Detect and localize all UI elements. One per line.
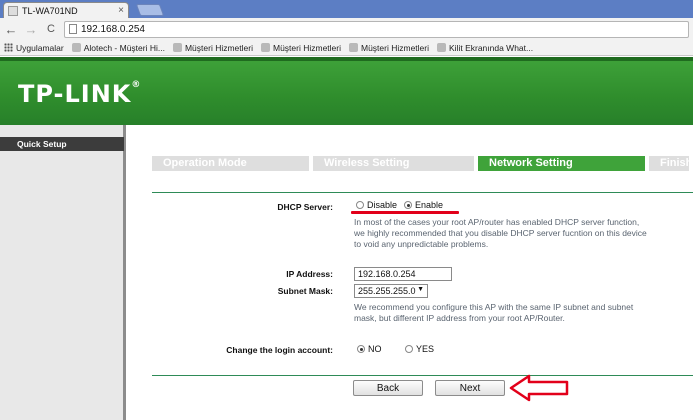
left-menu: Quick Setup bbox=[0, 125, 126, 420]
apps-icon bbox=[4, 43, 13, 52]
login-account-label: Change the login account: bbox=[226, 345, 333, 355]
cloud-icon bbox=[260, 43, 270, 52]
bookmark-item[interactable]: Müşteri Hizmetleri bbox=[349, 43, 429, 53]
step-finish: Finish bbox=[649, 156, 689, 171]
subnet-note-line: We recommend you configure this AP with … bbox=[354, 302, 634, 312]
bookmark-item[interactable]: Alotech - Müşteri Hi... bbox=[71, 42, 165, 53]
browser-tabstrip: TL-WA701ND × bbox=[0, 0, 693, 18]
menu-item-quick-setup[interactable]: Quick Setup bbox=[0, 137, 124, 151]
dhcp-disable-radio[interactable] bbox=[356, 201, 364, 209]
step-network-setting: Network Setting bbox=[478, 156, 645, 171]
step-wireless-setting: Wireless Setting bbox=[313, 156, 474, 171]
page-icon bbox=[69, 24, 77, 34]
bookmark-label: Müşteri Hizmetleri bbox=[272, 42, 341, 53]
address-url[interactable]: 192.168.0.254 bbox=[81, 24, 145, 35]
reload-icon[interactable]: C bbox=[44, 23, 58, 35]
subnet-mask-label: Subnet Mask: bbox=[277, 286, 333, 296]
back-button[interactable]: Back bbox=[353, 380, 423, 396]
dhcp-enable-radio[interactable] bbox=[404, 201, 412, 209]
dhcp-enable-label: Enable bbox=[415, 200, 444, 210]
dhcp-note-line: we highly recommended that you disable D… bbox=[354, 228, 647, 238]
red-arrow-annotation bbox=[509, 374, 569, 402]
cloud-icon bbox=[172, 43, 182, 52]
dhcp-note-line: to void any unpredictable problems. bbox=[354, 239, 489, 249]
wizard-steps: Operation Mode Wireless Setting Network … bbox=[152, 156, 693, 171]
divider bbox=[152, 192, 693, 193]
bookmark-label: Alotech - Müşteri Hi... bbox=[83, 42, 165, 53]
ip-address-label: IP Address: bbox=[286, 269, 333, 279]
bookmarks-bar: Uygulamalar Alotech - Müşteri Hi... Müşt… bbox=[0, 40, 693, 56]
login-no-option[interactable]: NO bbox=[357, 344, 382, 354]
login-no-radio[interactable] bbox=[357, 345, 365, 353]
subnet-mask-select[interactable]: 255.255.255.0 ▼ bbox=[354, 284, 428, 298]
tab-close-icon[interactable]: × bbox=[118, 5, 124, 16]
back-arrow-icon[interactable]: ← bbox=[4, 23, 18, 36]
dhcp-disable-label: Disable bbox=[367, 200, 398, 210]
divider bbox=[152, 375, 693, 376]
banner-top-line bbox=[0, 57, 693, 61]
brand-banner: TP-LINK® bbox=[0, 57, 693, 125]
new-tab-button[interactable] bbox=[135, 4, 165, 16]
dhcp-enable-option[interactable]: Enable bbox=[404, 200, 443, 210]
login-yes-option[interactable]: YES bbox=[405, 344, 434, 354]
red-underline-annotation bbox=[351, 211, 459, 214]
main-content: Operation Mode Wireless Setting Network … bbox=[129, 125, 693, 420]
bookmark-label: Uygulamalar bbox=[16, 42, 64, 53]
logo-mark: ® bbox=[131, 80, 142, 90]
tp-link-logo: TP-LINK® bbox=[18, 80, 141, 108]
dropdown-arrow-icon: ▼ bbox=[417, 286, 424, 293]
favicon-icon bbox=[8, 5, 18, 16]
subnet-note: We recommend you configure this AP with … bbox=[354, 302, 684, 324]
bookmark-label: Kilit Ekranında What... bbox=[449, 42, 534, 53]
dhcp-server-label: DHCP Server: bbox=[277, 202, 333, 212]
bookmark-item[interactable]: Müşteri Hizmetleri bbox=[172, 42, 253, 53]
login-yes-label: YES bbox=[416, 344, 435, 354]
bookmark-apps[interactable]: Uygulamalar bbox=[4, 43, 64, 53]
page-icon bbox=[71, 43, 81, 52]
address-bar[interactable]: 192.168.0.254 bbox=[64, 20, 689, 38]
dhcp-disable-option[interactable]: Disable bbox=[356, 200, 397, 210]
logo-text: TP-LINK bbox=[18, 80, 132, 108]
subnet-note-line: mask, but different IP address from your… bbox=[354, 313, 565, 323]
page-icon bbox=[437, 43, 447, 52]
browser-toolbar: ← → C 192.168.0.254 bbox=[0, 18, 693, 40]
bookmark-item[interactable]: Müşteri Hizmetleri bbox=[260, 42, 341, 53]
forward-arrow-icon[interactable]: → bbox=[24, 23, 38, 36]
ip-address-input[interactable]: 192.168.0.254 bbox=[354, 267, 452, 281]
dhcp-note-line: In most of the cases your root AP/router… bbox=[354, 217, 640, 227]
cloud-icon bbox=[349, 43, 358, 52]
tab-title: TL-WA701ND bbox=[22, 5, 78, 16]
browser-tab[interactable]: TL-WA701ND × bbox=[3, 2, 129, 18]
bookmark-label: Müşteri Hizmetleri bbox=[184, 42, 253, 53]
login-no-label: NO bbox=[368, 344, 382, 354]
login-yes-radio[interactable] bbox=[405, 345, 413, 353]
next-button[interactable]: Next bbox=[435, 380, 505, 396]
bookmark-label: Müşteri Hizmetleri bbox=[361, 42, 430, 53]
subnet-mask-value: 255.255.255.0 bbox=[358, 286, 416, 296]
bookmark-item[interactable]: Kilit Ekranında What... bbox=[437, 43, 533, 53]
dhcp-note: In most of the cases your root AP/router… bbox=[354, 217, 684, 250]
step-operation-mode: Operation Mode bbox=[152, 156, 309, 171]
